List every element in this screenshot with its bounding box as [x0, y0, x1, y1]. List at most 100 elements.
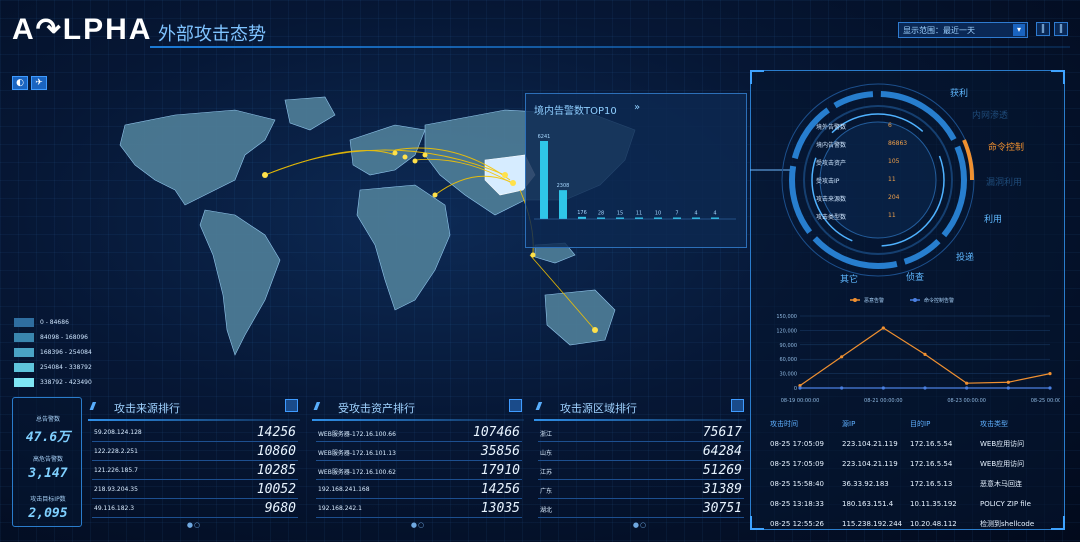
table-header: 攻击时间 源IP 目的IP 攻击类型 — [770, 420, 1008, 428]
stage-label[interactable]: 利用 — [984, 212, 1002, 225]
rank-row[interactable]: 59.208.124.128 14256 — [92, 425, 298, 442]
legend-item: 168396 - 254084 — [14, 345, 92, 360]
series-point[interactable] — [965, 386, 969, 390]
top10-value-label: 7 — [675, 211, 678, 217]
stage-label[interactable]: 内网渗透 — [972, 108, 1008, 121]
rank-row[interactable]: WEB服务器-172.16.100.62 17910 — [316, 463, 522, 480]
legend-item: 338792 - 423490 — [14, 375, 92, 390]
stage-label[interactable]: 投递 — [956, 250, 974, 263]
pager-dots[interactable]: ●○ — [184, 521, 204, 529]
series-point[interactable] — [1006, 380, 1010, 384]
series-point[interactable] — [923, 386, 927, 390]
top10-bar[interactable] — [559, 190, 567, 219]
table-row[interactable]: 08-25 12:55:26 115.238.192.244 10.20.48.11… — [770, 514, 1060, 534]
series-point[interactable] — [1048, 372, 1052, 376]
series-point[interactable] — [1006, 386, 1010, 390]
top10-value-label: 11 — [636, 211, 642, 217]
legend-item: 84098 - 168096 — [14, 330, 92, 345]
attack-point — [502, 172, 508, 178]
rank-name: WEB服务器-172.16.100.62 — [318, 469, 396, 476]
attack-point — [422, 152, 428, 158]
globe-icon[interactable]: ◐ — [12, 76, 28, 90]
top10-value-label: 6241 — [538, 134, 551, 140]
expand-button[interactable] — [285, 399, 298, 412]
table-cell: 223.104.21.119 — [842, 460, 898, 468]
rank-value: 14256 — [480, 482, 520, 497]
expand-button[interactable] — [509, 399, 522, 412]
rank-name: WEB服务器-172.16.101.13 — [318, 450, 396, 457]
series-point[interactable] — [923, 352, 927, 356]
series-point[interactable] — [840, 386, 844, 390]
rank-row[interactable]: 江苏 51269 — [538, 463, 744, 480]
dropdown-arrow-icon[interactable]: ▾ — [1013, 24, 1025, 36]
series-point[interactable] — [881, 326, 885, 330]
rank-row[interactable]: 山东 64284 — [538, 444, 744, 461]
series-point[interactable] — [881, 386, 885, 390]
top10-bar[interactable] — [540, 141, 548, 219]
legend-swatch — [14, 363, 34, 372]
summary-stats: 总告警数 47.6万 高危告警数 3,147 攻击目标IP数 2,095 — [12, 397, 82, 527]
stage-label[interactable]: 获利 — [950, 86, 968, 99]
stat-line: 境外告警数 6 — [816, 122, 892, 131]
rank-row[interactable]: 218.93.204.35 10052 — [92, 482, 298, 499]
stage-label[interactable]: 漏洞利用 — [986, 175, 1022, 188]
series-point[interactable] — [1048, 386, 1052, 390]
rank-row[interactable]: 192.168.242.1 13035 — [316, 501, 522, 518]
rank-row[interactable]: 49.116.182.3 9680 — [92, 501, 298, 518]
stat-value: 2,095 — [28, 506, 68, 521]
top10-bar-chart: 6241 2308 176 28 15 11 10 7 4 4 — [534, 134, 736, 220]
table-cell: 10.20.48.112 — [910, 520, 957, 528]
pager-dots[interactable]: ●○ — [408, 521, 428, 529]
rank-row[interactable]: WEB服务器-172.16.100.66 107466 — [316, 425, 522, 442]
top10-bar[interactable] — [578, 216, 586, 219]
rank-row[interactable]: 广东 31389 — [538, 482, 744, 499]
x-tick-label: 08-25 00:00:00 — [1031, 398, 1060, 404]
table-cell: 08-25 12:55:26 — [770, 520, 825, 528]
y-tick-label: 0 — [794, 386, 797, 392]
rank-row[interactable]: WEB服务器-172.16.101.13 35856 — [316, 444, 522, 461]
legend-marker — [913, 298, 917, 302]
top10-value-label: 4 — [694, 211, 697, 217]
stat-line: 受攻击IP 11 — [816, 176, 896, 185]
attack-point — [530, 252, 536, 258]
table-row[interactable]: 08-25 15:58:40 36.33.92.183 172.16.5.13 恶意木… — [770, 474, 1060, 494]
rank-row[interactable]: 192.168.241.168 14256 — [316, 482, 522, 499]
table-row[interactable]: 08-25 13:18:33 180.163.151.4 10.11.35.192 P… — [770, 494, 1060, 514]
rank-row[interactable]: 121.226.185.7 10285 — [92, 463, 298, 480]
rank-value: 10285 — [256, 463, 296, 478]
rank-value: 14256 — [256, 425, 296, 440]
rank-row[interactable]: 122.228.2.251 10860 — [92, 444, 298, 461]
stat-line: 受攻击资产 105 — [816, 158, 900, 167]
series-point[interactable] — [840, 355, 844, 359]
stage-label[interactable]: 其它 — [840, 272, 858, 285]
australia — [544, 289, 616, 346]
pager-dots[interactable]: ●○ — [630, 521, 650, 529]
y-tick-label: 120,000 — [776, 328, 797, 334]
attack-events-table: 攻击时间 源IP 目的IP 攻击类型 08-25 17:05:09 223.104… — [770, 414, 1060, 534]
rank-value: 64284 — [702, 444, 742, 459]
layout-button[interactable]: ‖ — [1054, 22, 1068, 36]
time-range-select[interactable]: 显示范围：最近一天 ▾ — [898, 22, 1028, 38]
rank-row[interactable]: 浙江 75617 — [538, 425, 744, 442]
stage-label[interactable]: 侦查 — [906, 270, 924, 283]
table-row[interactable]: 08-25 17:05:09 223.104.21.119 172.16.5.54 W… — [770, 454, 1060, 474]
legend-label: 0 - 84686 — [40, 319, 69, 326]
stage-label[interactable]: 命令控制 — [988, 140, 1024, 153]
expand-button[interactable] — [731, 399, 744, 412]
attack-point — [432, 192, 438, 198]
north-america — [119, 109, 276, 206]
source-rank-panel: /// 攻击来源排行 ●○ 59.208.124.128 14256 122.228… — [88, 397, 300, 530]
table-cell: 180.163.151.4 — [842, 500, 894, 508]
series-point[interactable] — [798, 386, 802, 390]
stat-line: 境内告警数 86863 — [816, 140, 908, 149]
plane-icon[interactable]: ✈ — [31, 76, 47, 90]
stat-value: 47.6万 — [25, 430, 71, 445]
pause-button[interactable]: ‖ — [1036, 22, 1050, 36]
legend-marker — [853, 298, 857, 302]
series-point[interactable] — [965, 381, 969, 385]
rank-name: 山东 — [540, 450, 553, 457]
y-tick-label: 90,000 — [780, 343, 798, 349]
rank-name: 192.168.241.168 — [318, 486, 370, 493]
table-row[interactable]: 08-25 17:05:09 223.104.21.119 172.16.5.54 W… — [770, 434, 1060, 454]
rank-row[interactable]: 湖北 30751 — [538, 501, 744, 518]
